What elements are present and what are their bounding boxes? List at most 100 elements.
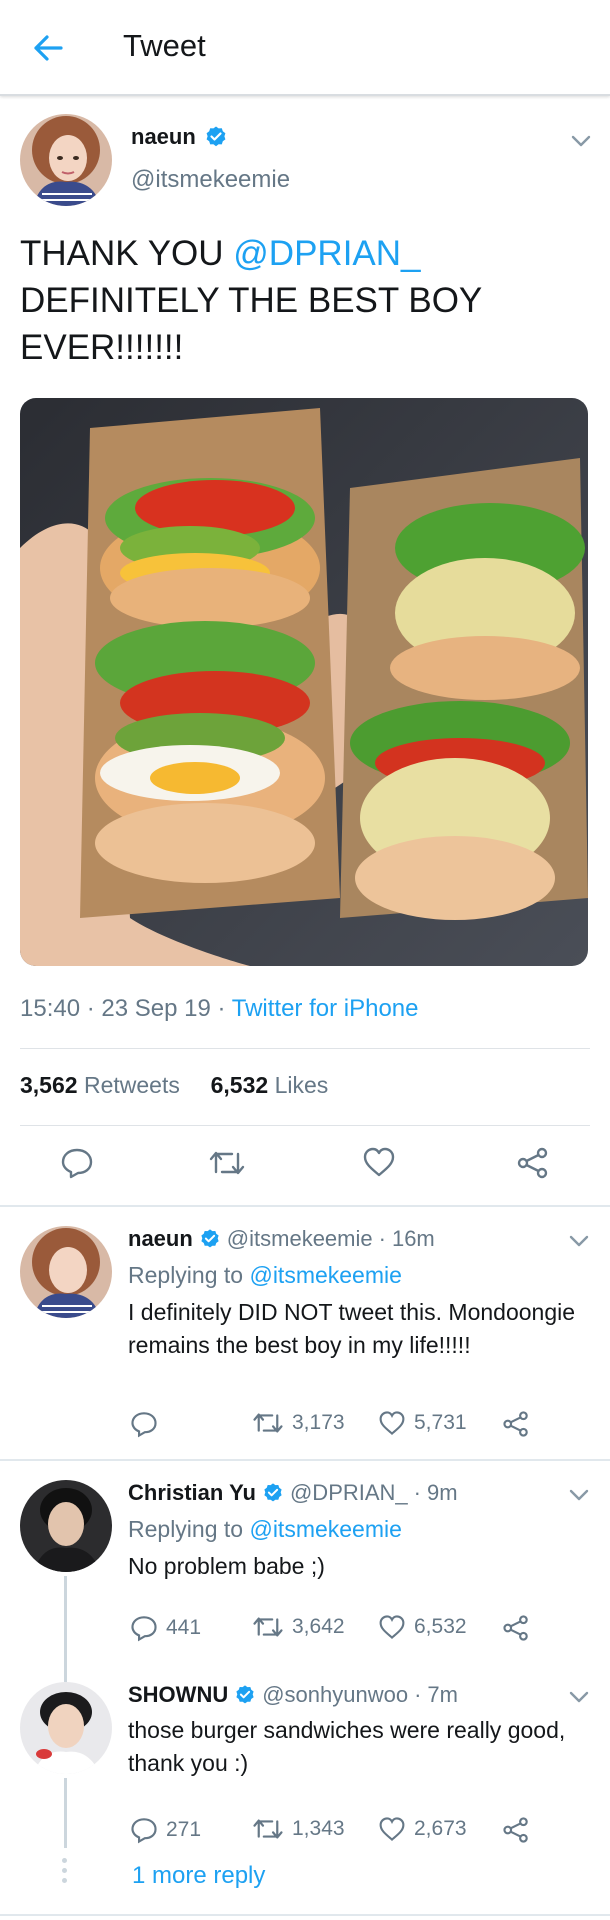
chevron-down-icon[interactable] (566, 1482, 592, 1508)
like-action[interactable]: 2,673 (378, 1816, 467, 1842)
tweet-time: 15:40 (20, 995, 81, 1022)
like-icon (379, 1817, 405, 1841)
reply-action[interactable]: 271 (130, 1816, 201, 1844)
reply-icon[interactable] (130, 1410, 158, 1438)
avatar[interactable] (20, 1226, 112, 1318)
tweet-text-part2: DEFINITELY THE BEST BOY EVER!!!!!!! (20, 281, 482, 367)
retweets-label: Retweets (83, 1072, 180, 1098)
reply-header: Christian Yu @DPRIAN_ · 9m (128, 1480, 458, 1506)
retweet-action[interactable]: 3,642 (252, 1614, 345, 1640)
divider (0, 1459, 610, 1461)
avatar[interactable] (20, 1480, 112, 1572)
chevron-down-icon[interactable] (566, 1228, 592, 1254)
reply-text: No problem babe ;) (128, 1553, 325, 1579)
reply-count: 271 (166, 1818, 202, 1841)
author-handle[interactable]: @itsmekeemie (131, 166, 290, 194)
reply-author-name[interactable]: Christian Yu (128, 1480, 256, 1506)
divider (0, 1914, 610, 1916)
verified-badge-icon (264, 1483, 282, 1502)
verified-badge-icon (201, 1229, 219, 1248)
burger-sandwiches-photo (20, 398, 588, 966)
reply-header: SHOWNU @sonhyunwoo · 7m (128, 1682, 458, 1708)
page-title: Tweet (123, 28, 206, 63)
reply-icon[interactable] (60, 1146, 94, 1180)
like-count: 6,532 (414, 1615, 467, 1638)
tweet-text: THANK YOU @DPRIAN_ DEFINITELY THE BEST B… (20, 230, 590, 371)
tweet-source-link[interactable]: Twitter for iPhone (232, 995, 419, 1022)
like-icon[interactable] (362, 1146, 396, 1178)
retweet-action[interactable]: 3,173 (252, 1410, 345, 1436)
reply-action-bar: 3,173 5,731 (0, 1408, 610, 1442)
like-icon (379, 1615, 405, 1639)
tweet-stats: 3,562 Retweets 6,532 Likes (20, 1072, 328, 1099)
reply-author-name[interactable]: SHOWNU (128, 1682, 228, 1708)
share-icon[interactable] (502, 1816, 530, 1844)
verified-badge-icon (206, 126, 226, 147)
share-icon[interactable] (502, 1614, 530, 1642)
reply-action-bar: 271 1,343 2,673 (0, 1814, 610, 1848)
reply-text: those burger sandwiches were really good… (128, 1717, 566, 1776)
author-name-row[interactable]: naeun (131, 124, 228, 150)
replying-to: Replying to @itsmekeemie (128, 1262, 402, 1289)
like-count: 2,673 (414, 1817, 467, 1840)
retweets-stat[interactable]: 3,562 Retweets (20, 1072, 180, 1098)
chevron-down-icon[interactable] (566, 1684, 592, 1710)
retweet-count: 3,173 (292, 1411, 345, 1434)
likes-label: Likes (274, 1072, 329, 1098)
retweet-action[interactable]: 1,343 (252, 1816, 345, 1842)
retweet-icon (253, 1819, 283, 1839)
tweet-timestamp: 15:40 · 23 Sep 19 · Twitter for iPhone (20, 995, 419, 1022)
replying-label: Replying to (128, 1516, 244, 1542)
reply-time: 16m (391, 1226, 435, 1251)
reply-time: 9m (427, 1480, 458, 1505)
like-action[interactable]: 6,532 (378, 1614, 467, 1640)
chevron-down-icon[interactable] (568, 128, 594, 154)
avatar[interactable] (20, 114, 112, 206)
arrow-left-icon (34, 35, 63, 61)
like-action[interactable]: 5,731 (378, 1410, 467, 1436)
retweet-icon[interactable] (208, 1148, 246, 1178)
reply-author-handle[interactable]: @DPRIAN_ (290, 1480, 408, 1506)
divider (20, 1048, 590, 1049)
reply-icon (131, 1818, 157, 1844)
retweet-count: 1,343 (292, 1817, 345, 1840)
share-icon[interactable] (502, 1410, 530, 1438)
verified-badge-icon (236, 1685, 254, 1704)
tweet-action-bar (0, 1142, 610, 1188)
like-icon (379, 1411, 405, 1435)
divider (20, 1125, 590, 1126)
share-icon[interactable] (516, 1146, 550, 1180)
reply-time: 7m (427, 1682, 458, 1707)
avatar[interactable] (20, 1682, 112, 1774)
replying-mention[interactable]: @itsmekeemie (249, 1516, 401, 1542)
tweet-image[interactable] (20, 398, 588, 966)
retweet-icon (253, 1413, 283, 1433)
tweet-text-part1: THANK YOU (20, 234, 234, 273)
likes-count: 6,532 (210, 1072, 269, 1098)
retweet-icon (253, 1617, 283, 1637)
replying-mention[interactable]: @itsmekeemie (249, 1262, 401, 1288)
replying-label: Replying to (128, 1262, 244, 1288)
tweet-date: 23 Sep 19 (101, 995, 211, 1022)
reply-action[interactable]: 441 (130, 1614, 201, 1642)
reply-author-handle[interactable]: @sonhyunwoo (262, 1682, 408, 1708)
back-button[interactable] (26, 26, 70, 70)
reply-author-handle[interactable]: @itsmekeemie (227, 1226, 373, 1252)
divider (0, 1205, 610, 1207)
more-replies-link[interactable]: 1 more reply (132, 1862, 265, 1890)
retweets-count: 3,562 (20, 1072, 78, 1098)
reply-icon (131, 1616, 157, 1642)
mention-link[interactable]: @DPRIAN_ (233, 234, 420, 273)
like-count: 5,731 (414, 1411, 467, 1434)
top-bar: Tweet (0, 0, 610, 96)
reply-count: 441 (166, 1616, 202, 1639)
reply-author-name[interactable]: naeun (128, 1226, 193, 1252)
author-name[interactable]: naeun (131, 124, 196, 150)
reply-action-bar: 441 3,642 6,532 (0, 1612, 610, 1646)
reply-text: I definitely DID NOT tweet this. Mondoon… (128, 1299, 576, 1358)
reply-header: naeun @itsmekeemie · 16m (128, 1226, 435, 1252)
retweet-count: 3,642 (292, 1615, 345, 1638)
replying-to: Replying to @itsmekeemie (128, 1516, 402, 1543)
likes-stat[interactable]: 6,532 Likes (211, 1072, 329, 1098)
thread-dots (62, 1858, 68, 1888)
